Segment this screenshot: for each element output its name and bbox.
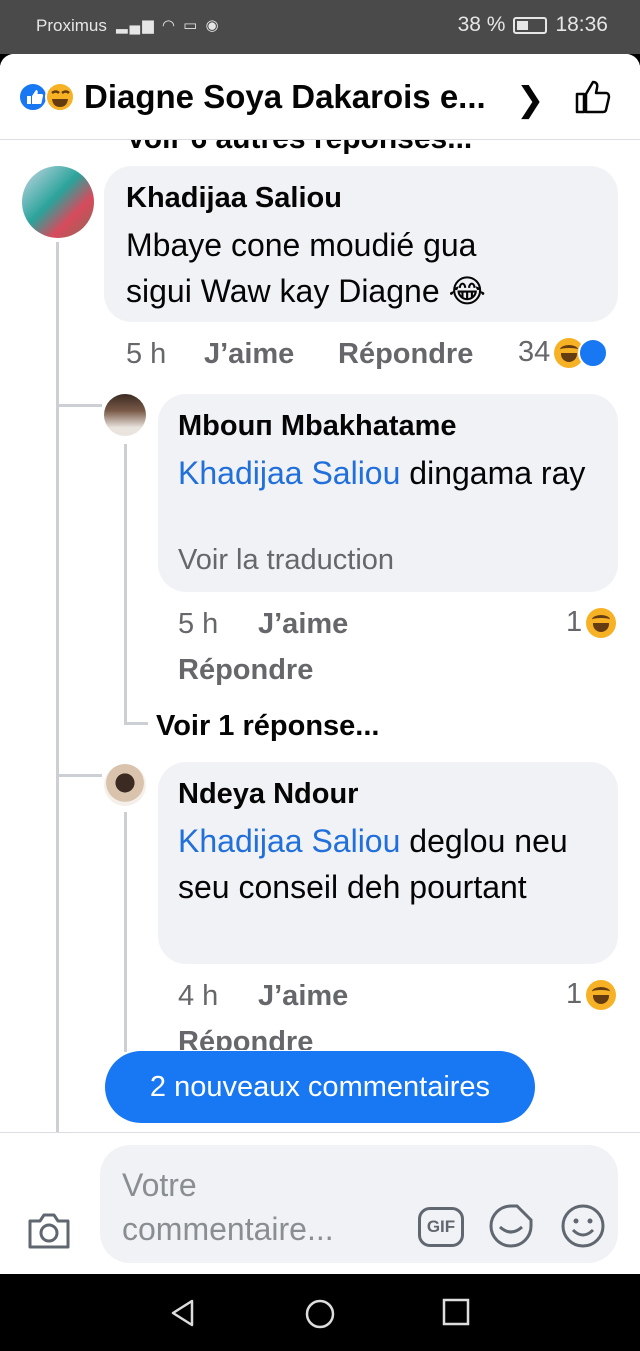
back-icon[interactable]: [168, 1298, 198, 1328]
comment-time: 4 h: [178, 980, 219, 1012]
camera-icon[interactable]: [26, 1211, 72, 1251]
avatar[interactable]: [22, 166, 94, 238]
like-button[interactable]: J’aime: [258, 608, 348, 641]
thumbs-up-icon[interactable]: [574, 78, 612, 116]
thread-branch: [56, 404, 102, 407]
thread-line: [124, 812, 127, 1052]
post-header: Diagne Soya Dakarois e... ❯: [0, 54, 640, 140]
avatar[interactable]: [104, 394, 146, 436]
sticker-icon[interactable]: [488, 1203, 534, 1249]
haha-icon: [586, 607, 617, 638]
thread-branch: [124, 722, 148, 725]
comment-body: dingama ray: [400, 455, 586, 491]
reaction-count-value: 1: [566, 978, 583, 1010]
carrier-label: Proximus: [36, 16, 107, 35]
reaction-count[interactable]: 1: [566, 978, 617, 1011]
reaction-count[interactable]: 1: [566, 606, 617, 639]
reply-button[interactable]: Répondre: [338, 338, 473, 371]
reaction-count-value: 34: [518, 336, 551, 368]
reaction-count-value: 1: [566, 606, 583, 638]
comment-composer: Votre commentaire... GIF: [0, 1132, 640, 1274]
thread-branch: [56, 774, 102, 777]
battery-icon: [513, 16, 548, 34]
comment-time: 5 h: [126, 338, 167, 370]
comment-author[interactable]: Ndeya Ndour: [178, 778, 358, 811]
new-comments-button[interactable]: 2 nouveaux commentaires: [105, 1051, 535, 1123]
system-nav-bar: [0, 1274, 640, 1351]
comment-bubble: Ndeya Ndour Khadijaa Saliou deglou neu s…: [158, 762, 618, 964]
thread-line: [56, 242, 59, 1132]
comment-time: 5 h: [178, 608, 219, 640]
comment-input[interactable]: Votre commentaire... GIF: [100, 1145, 618, 1263]
like-button[interactable]: J’aime: [204, 338, 294, 371]
avatar[interactable]: [104, 764, 146, 806]
comment-text: Mbaye cone moudié gua sigui Waw kay Diag…: [126, 227, 486, 309]
post-title[interactable]: Diagne Soya Dakarois e...: [84, 78, 486, 116]
gif-icon[interactable]: GIF: [418, 1207, 464, 1247]
haha-icon: [586, 979, 617, 1010]
reaction-count[interactable]: 34: [518, 336, 609, 369]
clock: 18:36: [555, 13, 608, 36]
chevron-right-icon[interactable]: ❯: [516, 80, 545, 120]
reactions-icon: [18, 82, 75, 112]
reply-button[interactable]: Répondre: [178, 1026, 313, 1050]
comment-text: Khadijaa Saliou deglou neu seu conseil d…: [178, 818, 598, 910]
comments-sheet: Diagne Soya Dakarois e... ❯ Voir 6 autre…: [0, 54, 640, 1274]
comment-bubble: Khadijaa Saliou Mbaye cone moudié gua si…: [104, 166, 618, 322]
comment-bubble: Mbouп Mbakhatame Khadijaa Saliou dingama…: [158, 394, 618, 592]
comment-author[interactable]: Mbouп Mbakhatame: [178, 410, 457, 443]
reply-button[interactable]: Répondre: [178, 654, 313, 687]
status-bar: Proximus ▂▄▆ ◠ ▭ ◉ 38 % 18:36: [0, 0, 640, 54]
translate-link[interactable]: Voir la traduction: [178, 544, 394, 577]
home-icon[interactable]: [304, 1298, 336, 1330]
emoji-icon[interactable]: [560, 1203, 606, 1249]
like-button[interactable]: J’aime: [258, 980, 348, 1013]
comment-text: Khadijaa Saliou dingama ray: [178, 450, 598, 496]
recents-icon[interactable]: [442, 1298, 470, 1326]
like-icon: [578, 337, 609, 368]
mention-link[interactable]: Khadijaa Saliou: [178, 823, 400, 859]
signal-icon: ▂▄▆ ◠ ▭ ◉: [116, 17, 221, 34]
comment-author[interactable]: Khadijaa Saliou: [126, 182, 342, 215]
comment-placeholder: Votre commentaire...: [122, 1167, 334, 1247]
battery-percent: 38 %: [457, 13, 506, 36]
thread-line: [124, 444, 127, 724]
view-replies-link[interactable]: Voir 1 réponse...: [156, 710, 379, 743]
mention-link[interactable]: Khadijaa Saliou: [178, 455, 400, 491]
